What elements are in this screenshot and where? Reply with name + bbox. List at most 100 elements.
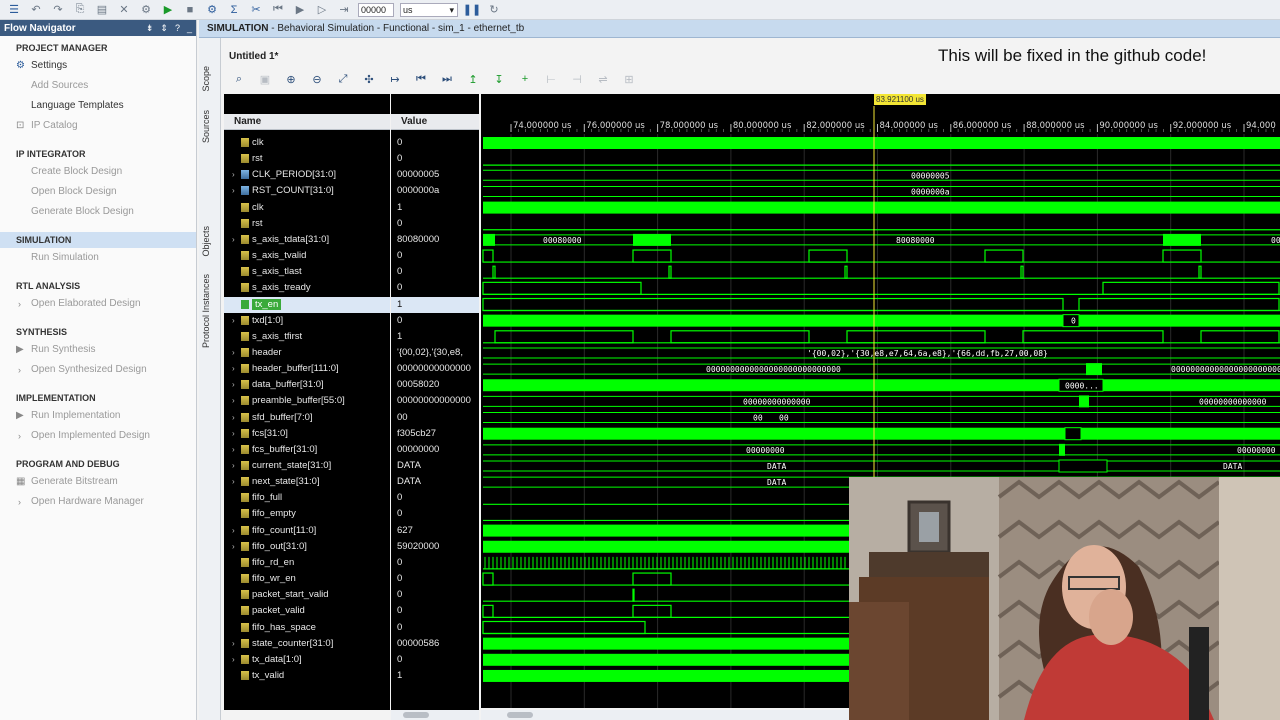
nav-item-generate-bitstream[interactable]: ▦ Generate Bitstream [0,472,196,492]
nav-section-project-manager[interactable]: PROJECT MANAGER [0,40,196,56]
signal-value[interactable]: 0 [391,264,479,280]
signal-value[interactable]: '{00,02},'{30,e8, [391,345,479,361]
prev-transition-icon[interactable]: ↥ [465,71,481,87]
sort-icon[interactable]: ⇕ [160,23,168,34]
time-unit-select[interactable]: us [400,2,458,17]
signal-row[interactable]: s_axis_tfirst [224,329,390,345]
signal-value[interactable]: 0 [391,248,479,264]
nav-item-settings[interactable]: ⚙ Settings [0,56,196,76]
signal-row[interactable]: › fcs[31:0] [224,426,390,442]
nav-item-open-elaborated-design[interactable]: › Open Elaborated Design [0,294,196,314]
nav-item-open-synthesized-design[interactable]: › Open Synthesized Design [0,360,196,380]
signal-value[interactable]: 0 [391,216,479,232]
signal-value[interactable]: 0 [391,587,479,603]
signal-row[interactable]: › header [224,345,390,361]
zoom-out-icon[interactable]: ⊖ [309,71,325,87]
value-column-header[interactable]: Value [391,114,479,130]
snap-icon[interactable]: ⊞ [621,71,637,87]
prev-marker-icon[interactable]: ⊢ [543,71,559,87]
signal-value[interactable]: 0 [391,571,479,587]
add-marker-icon[interactable]: + [517,71,533,87]
signal-value[interactable]: 00 [391,410,479,426]
signal-row[interactable]: s_axis_tready [224,280,390,296]
signal-row[interactable]: › RST_COUNT[31:0] [224,183,390,199]
signal-row[interactable]: › fifo_out[31:0] [224,539,390,555]
signal-value[interactable]: 59020000 [391,539,479,555]
signal-value[interactable]: 1 [391,296,479,313]
wave-scroll-thumb[interactable] [507,712,533,718]
save-icon[interactable]: ▣ [257,71,273,87]
signal-row[interactable]: › next_state[31:0] [224,474,390,490]
step-icon[interactable]: ⇥ [336,2,352,18]
signal-value[interactable]: 627 [391,523,479,539]
signal-row[interactable]: packet_start_valid [224,587,390,603]
nav-item-run-implementation[interactable]: ▶ Run Implementation [0,406,196,426]
run-icon[interactable]: ▶ [160,2,176,18]
nav-item-create-block-design[interactable]: Create Block Design [0,162,196,182]
signal-value[interactable]: f305cb27 [391,426,479,442]
signal-row[interactable]: fifo_full [224,490,390,506]
signal-row[interactable]: fifo_empty [224,506,390,522]
nav-section-simulation[interactable]: SIMULATION [0,232,196,248]
signal-row[interactable]: › sfd_buffer[7:0] [224,410,390,426]
expand-chevron-icon[interactable]: › [232,636,235,652]
cursor-time-label[interactable]: 83.921100 us [874,94,926,105]
help-icon[interactable]: ? [175,23,180,34]
zoom-fit-icon[interactable]: ⤢ [335,71,351,87]
signal-value[interactable]: 0000000a [391,183,479,199]
expand-chevron-icon[interactable]: › [232,313,235,329]
nav-item-language-templates[interactable]: Language Templates [0,96,196,116]
wave-scrollbar[interactable] [481,710,851,720]
signal-row[interactable]: › tx_data[1:0] [224,652,390,668]
tab-scope[interactable]: Scope [201,66,211,92]
expand-chevron-icon[interactable]: › [232,377,235,393]
signal-value[interactable]: 1 [391,329,479,345]
signal-row[interactable]: tx_en [224,296,390,313]
expand-chevron-icon[interactable]: › [232,426,235,442]
chevron-right-icon[interactable]: › [18,492,21,512]
paste-icon[interactable]: ▤ [94,2,110,18]
tab-protocol-instances[interactable]: Protocol Instances [201,274,211,348]
settings-shortcut-icon[interactable]: ⚙ [138,2,154,18]
nav-item-run-simulation[interactable]: Run Simulation [0,248,196,268]
swap-cursor-icon[interactable]: ⇌ [595,71,611,87]
redo-icon[interactable]: ↷ [50,2,66,18]
signal-value[interactable]: 00000005 [391,167,479,183]
tools-icon[interactable]: ✂ [248,2,264,18]
signal-row[interactable]: clk [224,200,390,216]
expand-chevron-icon[interactable]: › [232,458,235,474]
stop-icon[interactable]: ■ [182,2,198,18]
signal-row[interactable]: › CLK_PERIOD[31:0] [224,167,390,183]
expand-chevron-icon[interactable]: › [232,410,235,426]
tab-objects[interactable]: Objects [201,226,211,257]
zoom-cursor-icon[interactable]: ✣ [361,71,377,87]
signal-row[interactable]: fifo_has_space [224,620,390,636]
nav-item-add-sources[interactable]: Add Sources [0,76,196,96]
expand-chevron-icon[interactable]: › [232,523,235,539]
expand-chevron-icon[interactable]: › [232,361,235,377]
signal-value[interactable]: 00058020 [391,377,479,393]
signal-value[interactable]: 0 [391,506,479,522]
signal-row[interactable]: fifo_rd_en [224,555,390,571]
signal-row[interactable]: › data_buffer[31:0] [224,377,390,393]
menu-icon[interactable]: ☰ [6,2,22,18]
expand-chevron-icon[interactable]: › [232,393,235,409]
collapse-all-icon[interactable]: ⇟ [146,23,154,34]
gear-icon[interactable]: ⚙ [204,2,220,18]
delete-icon[interactable]: ✕ [116,2,132,18]
goto-time-icon[interactable]: ↦ [387,71,403,87]
restart-icon[interactable]: ⏮ [270,2,286,18]
signal-row[interactable]: s_axis_tlast [224,264,390,280]
chevron-right-icon[interactable]: › [18,360,21,380]
signal-row[interactable]: packet_valid [224,603,390,619]
nav-section-rtl-analysis[interactable]: RTL ANALYSIS [0,278,196,294]
run-all-icon[interactable]: ▶ [292,2,308,18]
signal-value[interactable]: 0 [391,652,479,668]
nav-section-program-and-debug[interactable]: PROGRAM AND DEBUG [0,456,196,472]
signal-value[interactable]: 0 [391,490,479,506]
expand-chevron-icon[interactable]: › [232,167,235,183]
signal-value[interactable]: DATA [391,474,479,490]
signal-value[interactable]: 1 [391,200,479,216]
expand-chevron-icon[interactable]: › [232,442,235,458]
signal-row[interactable]: › state_counter[31:0] [224,636,390,652]
